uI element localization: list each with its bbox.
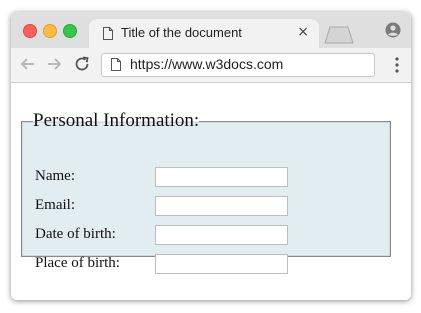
date-of-birth-label: Date of birth: xyxy=(35,226,116,242)
address-url: https://www.w3docs.com xyxy=(130,56,284,72)
address-bar[interactable]: https://www.w3docs.com xyxy=(101,53,375,77)
name-label: Name: xyxy=(35,168,75,184)
tab-strip: Title of the document × xyxy=(11,12,411,49)
new-tab-button[interactable] xyxy=(323,26,355,44)
reload-icon[interactable] xyxy=(73,55,91,73)
email-label: Email: xyxy=(35,197,75,213)
close-window-button[interactable] xyxy=(23,24,37,38)
name-row: Name: xyxy=(35,167,365,187)
email-input[interactable] xyxy=(155,196,288,216)
tab-title: Title of the document xyxy=(121,25,242,40)
document-icon xyxy=(103,27,113,40)
profile-icon[interactable] xyxy=(385,22,401,38)
personal-info-fieldset: Personal Information: Name: Email: Date … xyxy=(21,110,391,274)
fieldset-legend: Personal Information: xyxy=(33,110,200,131)
arrow-left-icon[interactable] xyxy=(19,55,37,73)
close-tab-icon[interactable]: × xyxy=(297,24,309,40)
name-input[interactable] xyxy=(155,167,288,187)
maximize-window-button[interactable] xyxy=(63,24,77,38)
arrow-right-icon[interactable] xyxy=(45,55,63,73)
date-of-birth-row: Date of birth: xyxy=(35,225,365,245)
browser-window: Title of the document × https://www.w3do… xyxy=(11,12,411,300)
tab-active[interactable]: Title of the document × xyxy=(89,19,319,49)
page-content: Personal Information: Name: Email: Date … xyxy=(11,83,411,300)
email-row: Email: xyxy=(35,196,365,216)
place-of-birth-label: Place of birth: xyxy=(35,255,120,271)
vertical-dots-icon[interactable] xyxy=(395,57,399,73)
date-of-birth-input[interactable] xyxy=(155,225,288,245)
place-of-birth-input[interactable] xyxy=(155,254,288,274)
place-of-birth-row: Place of birth: xyxy=(35,254,365,274)
document-icon xyxy=(111,58,121,71)
toolbar: https://www.w3docs.com xyxy=(11,48,411,83)
minimize-window-button[interactable] xyxy=(43,24,57,38)
